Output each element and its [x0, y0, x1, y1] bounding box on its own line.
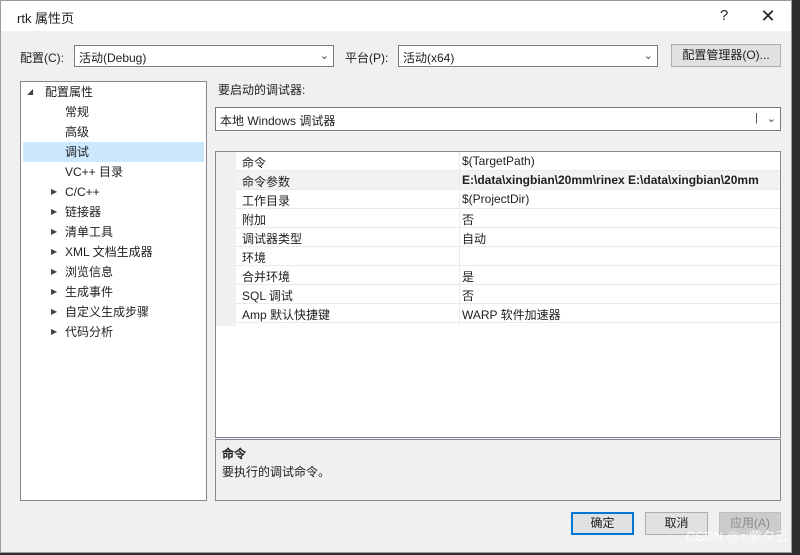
- expand-triangle-icon[interactable]: ▶: [51, 222, 61, 242]
- help-icon[interactable]: ?: [709, 4, 739, 28]
- description-panel: 命令 要执行的调试命令。: [215, 439, 781, 501]
- property-row[interactable]: 附加 否: [236, 209, 780, 228]
- tree-root-label: 配置属性: [45, 85, 94, 99]
- property-dialog: rtk 属性页 ? ✕ 配置(C): 活动(Debug) ⌄ 平台(P): 活动…: [0, 0, 792, 553]
- property-value[interactable]: 是: [462, 268, 474, 285]
- expand-triangle-icon[interactable]: ▶: [51, 302, 61, 322]
- expanded-triangle-icon: ◢: [27, 87, 34, 96]
- tree-item[interactable]: ▶ 浏览信息: [51, 262, 113, 282]
- property-name: 环境: [242, 251, 267, 265]
- property-row[interactable]: Amp 默认快捷键 WARP 软件加速器: [236, 304, 780, 323]
- debugger-select[interactable]: 本地 Windows 调试器 | ⌄: [215, 107, 781, 131]
- expand-triangle-icon[interactable]: ▶: [51, 282, 61, 302]
- platform-label: 平台(P):: [345, 51, 389, 65]
- expand-triangle-icon[interactable]: ▶: [51, 182, 61, 202]
- property-name: 合并环境: [242, 270, 291, 284]
- property-row[interactable]: 调试器类型 自动: [236, 228, 780, 247]
- property-grid: 命令 $(TargetPath) 命令参数 E:\data\xingbian\20mm…: [215, 151, 781, 438]
- expand-triangle-icon[interactable]: ▶: [51, 322, 61, 342]
- platform-value: 活动(x64): [403, 51, 455, 65]
- property-row[interactable]: SQL 调试 否: [236, 285, 780, 304]
- grid-gutter: [216, 152, 236, 326]
- tree-item-label: 清单工具: [65, 225, 114, 239]
- property-row[interactable]: 环境: [236, 247, 780, 266]
- property-value[interactable]: WARP 软件加速器: [462, 306, 561, 323]
- property-name: SQL 调试: [242, 289, 293, 303]
- property-name: 附加: [242, 213, 267, 227]
- chevron-down-icon: ⌄: [643, 50, 653, 62]
- tree-item-label: 浏览信息: [65, 265, 114, 279]
- expand-triangle-icon[interactable]: ▶: [51, 202, 61, 222]
- property-row[interactable]: 工作目录 $(ProjectDir): [236, 190, 780, 209]
- expand-triangle-icon[interactable]: ▶: [51, 242, 61, 262]
- tree-item-label: 自定义生成步骤: [65, 305, 150, 319]
- tree-item[interactable]: ▶ 生成事件: [51, 282, 113, 302]
- tree-item[interactable]: ▶ 自定义生成步骤: [51, 302, 149, 322]
- tree-item-label: 代码分析: [65, 325, 114, 339]
- tree-item[interactable]: ▶ XML 文档生成器: [51, 242, 153, 262]
- debugger-label: 要启动的调试器:: [218, 83, 306, 97]
- tree-item-label: XML 文档生成器: [65, 245, 153, 259]
- platform-select[interactable]: 活动(x64) ⌄: [398, 45, 658, 67]
- description-title: 命令: [222, 447, 247, 461]
- config-select[interactable]: 活动(Debug) ⌄: [74, 45, 334, 67]
- tree-item-label: 生成事件: [65, 285, 114, 299]
- tree-item[interactable]: VC++ 目录: [51, 162, 123, 182]
- property-name: 命令参数: [242, 175, 291, 189]
- tree-item-label: C/C++: [65, 185, 100, 199]
- tree-item[interactable]: 常规: [51, 102, 89, 122]
- property-row[interactable]: 命令 $(TargetPath): [236, 152, 780, 171]
- property-name: Amp 默认快捷键: [242, 308, 331, 322]
- property-value[interactable]: 否: [462, 211, 474, 228]
- property-value[interactable]: $(ProjectDir): [462, 192, 529, 206]
- description-text: 要执行的调试命令。: [222, 465, 331, 479]
- property-value[interactable]: 自动: [462, 230, 486, 247]
- config-label: 配置(C):: [20, 51, 64, 65]
- column-separator[interactable]: [459, 152, 460, 326]
- tree-item[interactable]: ▶ C/C++: [51, 182, 100, 202]
- tree-root[interactable]: ◢ 配置属性: [27, 82, 93, 102]
- property-value[interactable]: 否: [462, 287, 474, 304]
- tree-item-label: VC++ 目录: [65, 165, 124, 179]
- debugger-value: 本地 Windows 调试器: [220, 114, 336, 128]
- tree-item-label: 常规: [65, 105, 90, 119]
- property-row[interactable]: 命令参数 E:\data\xingbian\20mm\rinex E:\data\…: [236, 171, 780, 190]
- property-name: 命令: [242, 156, 267, 170]
- tree-item-label: 调试: [65, 145, 90, 159]
- property-name: 工作目录: [242, 194, 291, 208]
- close-icon[interactable]: ✕: [753, 4, 783, 28]
- property-value[interactable]: E:\data\xingbian\20mm\rinex E:\data\xing…: [462, 173, 759, 187]
- property-value[interactable]: $(TargetPath): [462, 154, 535, 168]
- tree-item[interactable]: 调试: [23, 142, 204, 162]
- tree-item-label: 高级: [65, 125, 90, 139]
- tree-item[interactable]: ▶ 代码分析: [51, 322, 113, 342]
- expand-triangle-icon[interactable]: ▶: [51, 262, 61, 282]
- tree-item[interactable]: 高级: [51, 122, 89, 142]
- property-row[interactable]: 合并环境 是: [236, 266, 780, 285]
- title-bar: rtk 属性页 ? ✕: [1, 1, 791, 31]
- tree-item[interactable]: ▶ 链接器: [51, 202, 101, 222]
- chevron-down-icon: ⌄: [319, 50, 329, 62]
- tree-item[interactable]: ▶ 清单工具: [51, 222, 113, 242]
- combo-divider: |: [755, 112, 758, 124]
- ok-button[interactable]: 确定: [571, 512, 634, 535]
- tree-item-label: 链接器: [65, 205, 102, 219]
- chevron-down-icon: ⌄: [766, 113, 776, 125]
- property-tree: ◢ 配置属性 常规高级调试 VC++ 目录 ▶ C/C++ ▶ 链接器 ▶ 清单工具 ▶ XML 文…: [20, 81, 207, 501]
- property-name: 调试器类型: [242, 232, 303, 246]
- config-manager-button[interactable]: 配置管理器(O)...: [671, 44, 781, 67]
- watermark: CSDN @zi紫夕云: [685, 529, 788, 544]
- window-title: rtk 属性页: [17, 11, 75, 26]
- config-value: 活动(Debug): [79, 51, 147, 65]
